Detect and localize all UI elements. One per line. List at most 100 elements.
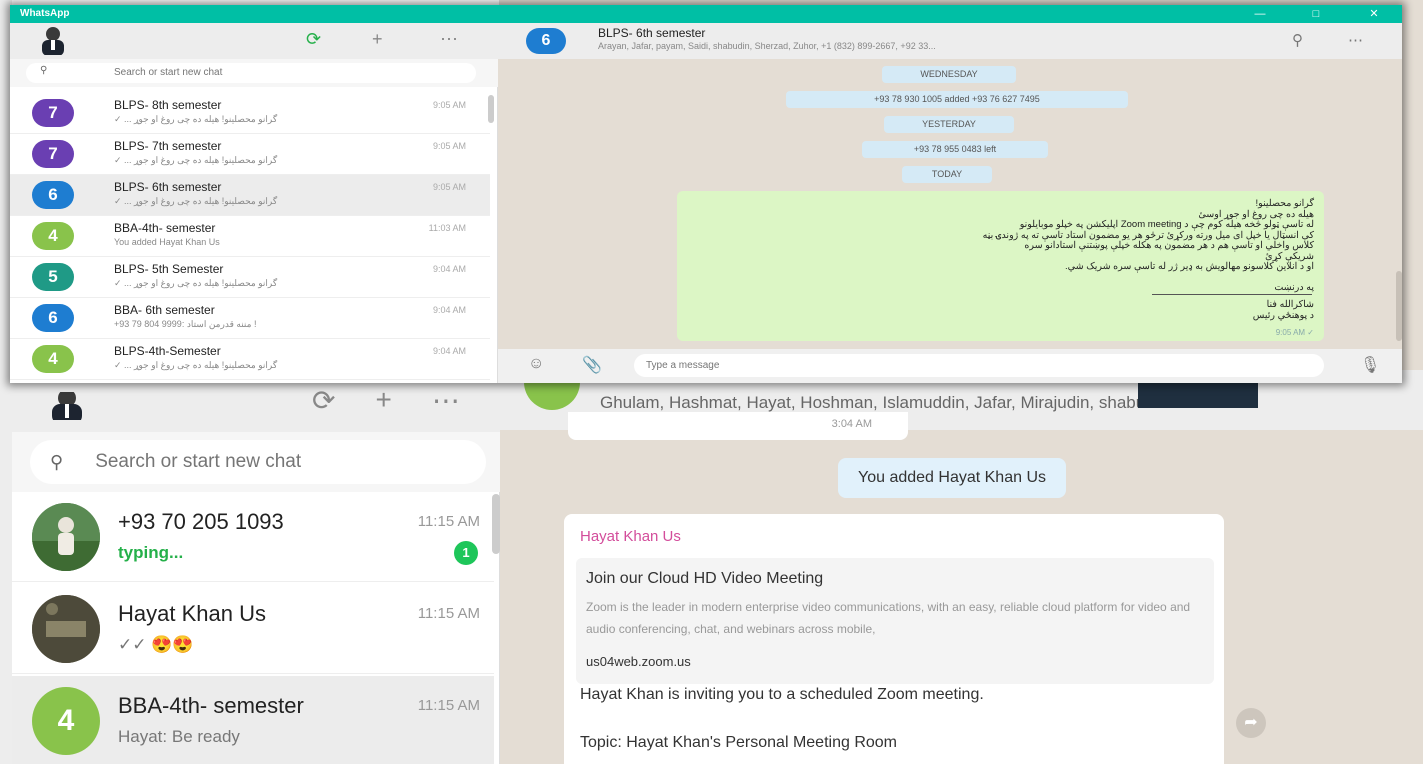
link-preview-card[interactable]: Join our Cloud HD Video Meeting Zoom is … xyxy=(576,558,1214,684)
group-avatar: 7 xyxy=(32,140,74,168)
conversation-scrollbar[interactable] xyxy=(1396,271,1402,341)
chat-list-scrollbar[interactable] xyxy=(492,494,500,554)
sender-name[interactable]: Hayat Khan Us xyxy=(580,528,681,545)
forward-icon[interactable]: ➦ xyxy=(1236,708,1266,738)
my-profile-avatar[interactable] xyxy=(42,392,92,420)
link-preview-title: Join our Cloud HD Video Meeting xyxy=(586,570,824,587)
link-preview-description: Zoom is the leader in modern enterprise … xyxy=(586,600,1191,636)
chat-name: BBA- 6th semester xyxy=(114,303,215,317)
chat-time: 9:05 AM xyxy=(432,141,466,151)
chat-list-item-selected[interactable]: 6 BLPS- 6th semester 9:05 AM ✓ ... گرانو… xyxy=(10,175,490,216)
back-search-input[interactable] xyxy=(95,451,436,473)
chat-preview: ✓ ... گرانو محصلینو! هیله ده چی روغ او ج… xyxy=(114,155,278,165)
chat-preview: ✓ ... گرانو محصلینو! هیله ده چی روغ او ج… xyxy=(114,360,278,370)
back-search-bar: ⚲ xyxy=(12,432,500,492)
signature-line: د پوهنځي رئیس xyxy=(1252,310,1314,321)
search-icon[interactable]: ⚲ xyxy=(1292,31,1303,49)
new-chat-icon[interactable]: + xyxy=(375,384,391,415)
status-icon[interactable]: ⟳ xyxy=(312,384,335,416)
attach-icon[interactable]: 📎 xyxy=(582,355,602,375)
group-avatar: 6 xyxy=(32,181,74,209)
chat-list-pane: ⟳ + ⋯ ⚲ 7 BLPS- 8th semester 9:05 AM ✓ .… xyxy=(10,23,498,383)
foreground-whatsapp-window: WhatsApp — □ ✕ ⟳ + ⋯ ⚲ 7 BLPS- 8th semes xyxy=(10,5,1402,383)
group-members: Ghulam, Hashmat, Hayat, Hoshman, Islamud… xyxy=(600,393,1155,412)
group-avatar: 6 xyxy=(526,28,566,54)
message-text: Hayat Khan is inviting you to a schedule… xyxy=(580,686,984,703)
status-icon[interactable]: ⟳ xyxy=(306,29,321,50)
unread-badge: 1 xyxy=(454,540,478,565)
chat-time: 11:15 AM xyxy=(417,604,480,622)
chat-list-header: ⟳ + ⋯ xyxy=(10,23,498,59)
message-composer: ☺ 📎 🎙 xyxy=(498,349,1402,383)
group-members: Arayan, Jafar, payam, Saidi, shabudin, S… xyxy=(598,41,936,51)
chat-preview: ✓ ... گرانو محصلینو! هیله ده چی روغ او ج… xyxy=(114,114,278,124)
emoji-icon[interactable]: ☺ xyxy=(528,355,544,373)
microphone-icon[interactable]: 🎙 xyxy=(1360,355,1380,375)
group-avatar: 5 xyxy=(32,263,74,291)
contact-avatar xyxy=(32,502,100,571)
chat-list-item[interactable]: 4 BBA-4th- semester 11:15 AM Hayat: Be r… xyxy=(12,676,494,764)
search-icon: ⚲ xyxy=(50,451,64,472)
message-line: کلاس واخلي او تاسې هم د هر مضمون په هکله… xyxy=(1024,240,1314,251)
search-bar: ⚲ xyxy=(10,59,498,87)
message-text: گرانو محصلینو! هیله ده چی روغ او جوړ اوس… xyxy=(714,198,1314,293)
message-input[interactable] xyxy=(634,354,1324,377)
chat-list-item[interactable]: 6 BBA- 6th semester 9:04 AM +93 79 804 9… xyxy=(10,298,490,339)
contact-avatar xyxy=(32,594,100,663)
screenshot-stage: ⟳ + ⋯ ⚲ +93 70 205 1093 11:15 AM typing.… xyxy=(0,0,1423,764)
chat-name: +93 70 205 1093 xyxy=(118,508,284,534)
chat-time: 9:04 AM xyxy=(432,346,466,356)
chat-name: BLPS- 7th semester xyxy=(114,139,222,153)
chat-time: 9:04 AM xyxy=(432,264,466,274)
chat-name: BBA-4th- semester xyxy=(118,692,304,718)
group-avatar: 4 xyxy=(32,222,74,250)
conversation-pane: 6 BLPS- 6th semester Arayan, Jafar, paya… xyxy=(498,23,1402,383)
chat-list-scrollbar[interactable] xyxy=(488,95,494,123)
system-message: +93 78 955 0483 left xyxy=(862,141,1048,158)
chat-list-item[interactable]: +93 70 205 1093 11:15 AM typing... 1 xyxy=(12,492,494,582)
chat-name: BBA-4th- semester xyxy=(114,221,216,235)
chat-list-item[interactable]: 7 BLPS- 8th semester 9:05 AM ✓ ... گرانو… xyxy=(10,93,490,134)
app-title: WhatsApp xyxy=(20,8,70,19)
conversation-header[interactable]: 6 BLPS- 6th semester Arayan, Jafar, paya… xyxy=(498,23,1402,59)
message-signature: شاکرالله فنا د پوهنځي رئیس xyxy=(714,299,1314,321)
chat-list-item[interactable]: 4 BLPS-4th-Semester 9:04 AM ✓ ... گرانو … xyxy=(10,339,490,380)
message-line xyxy=(714,273,1314,283)
date-pill: YESTERDAY xyxy=(884,116,1014,133)
shared-image-thumbnail[interactable] xyxy=(1138,380,1258,408)
search-input[interactable] xyxy=(114,67,414,78)
message-time: 3:04 AM xyxy=(831,418,872,430)
chat-preview-typing: typing... xyxy=(118,542,184,562)
group-avatar: 7 xyxy=(32,99,74,127)
chat-name: BLPS-4th-Semester xyxy=(114,344,221,358)
window-titlebar[interactable]: WhatsApp — □ ✕ xyxy=(10,5,1402,23)
system-message: You added Hayat Khan Us xyxy=(838,458,1066,498)
chat-time: 9:04 AM xyxy=(432,305,466,315)
chat-preview: ✓✓ 😍😍 xyxy=(118,634,194,654)
chat-time: 11:03 AM xyxy=(428,223,466,233)
message-text: Topic: Hayat Khan's Personal Meeting Roo… xyxy=(580,734,897,751)
minimize-icon[interactable]: — xyxy=(1242,5,1278,23)
chat-list-item[interactable]: 4 BBA-4th- semester 11:03 AM You added H… xyxy=(10,216,490,257)
group-avatar: 4 xyxy=(32,686,100,755)
close-icon[interactable]: ✕ xyxy=(1356,5,1392,23)
signature-divider xyxy=(1152,294,1312,295)
chat-list-item[interactable]: Hayat Khan Us 11:15 AM ✓✓ 😍😍 xyxy=(12,584,494,674)
chat-name: Hayat Khan Us xyxy=(118,600,266,626)
my-profile-avatar[interactable] xyxy=(36,27,70,55)
maximize-icon[interactable]: □ xyxy=(1298,5,1334,23)
menu-icon[interactable]: ⋯ xyxy=(440,29,458,50)
group-avatar: 6 xyxy=(32,304,74,332)
chat-preview: ✓ ... گرانو محصلینو! هیله ده چی روغ او ج… xyxy=(114,278,278,288)
chat-preview: ✓ ... گرانو محصلینو! هیله ده چی روغ او ج… xyxy=(114,196,278,206)
back-search-box[interactable]: ⚲ xyxy=(30,440,486,484)
menu-icon[interactable]: ⋯ xyxy=(432,384,460,416)
chat-list-item[interactable]: 5 BLPS- 5th Semester 9:04 AM ✓ ... گرانو… xyxy=(10,257,490,298)
date-pill: TODAY xyxy=(902,166,992,183)
chat-name: BLPS- 6th semester xyxy=(114,180,222,194)
chat-name: BLPS- 5th Semester xyxy=(114,262,224,276)
message-time: 9:05 AM ✓ xyxy=(1275,328,1314,337)
new-chat-icon[interactable]: + xyxy=(372,29,383,50)
menu-icon[interactable]: ⋯ xyxy=(1348,31,1363,49)
chat-list-item[interactable]: 7 BLPS- 7th semester 9:05 AM ✓ ... گرانو… xyxy=(10,134,490,175)
